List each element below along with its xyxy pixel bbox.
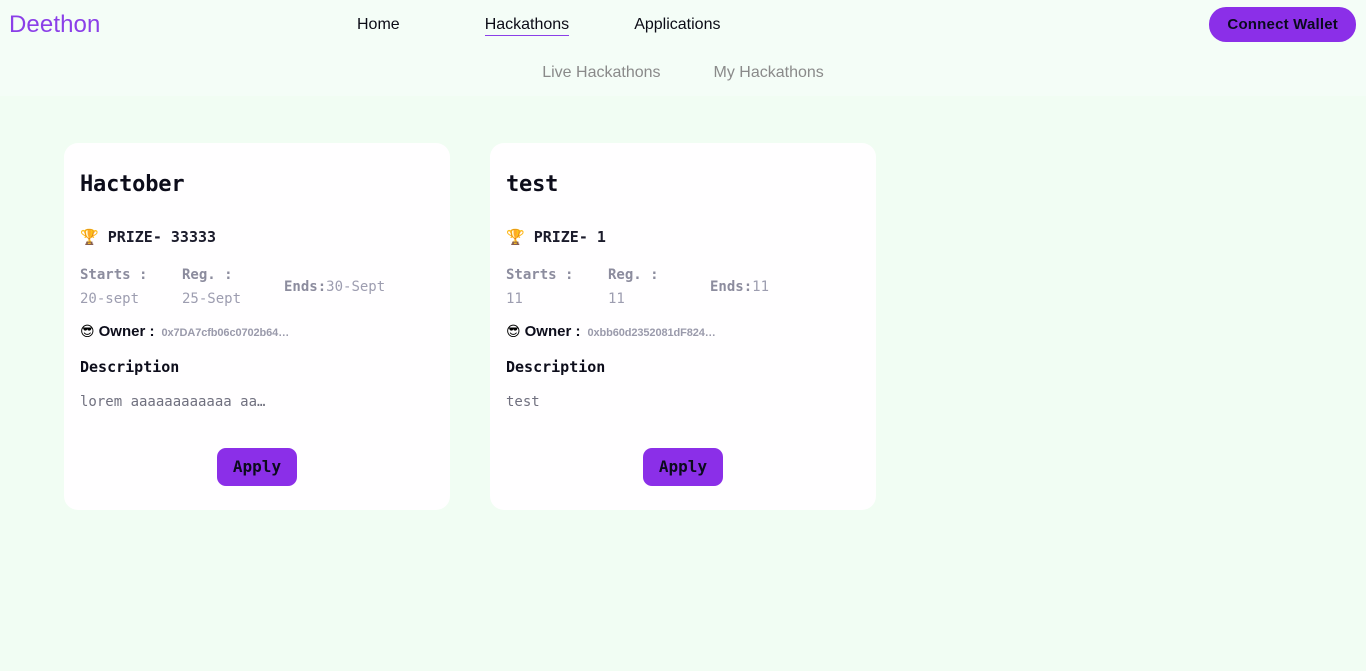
starts-label: Starts :: [80, 267, 148, 283]
hackathon-card-list: Hactober 🏆 PRIZE- 33333 Starts : 20-sept…: [0, 143, 1366, 510]
ends-block: Ends: 11: [710, 263, 769, 311]
sunglasses-face-icon: 😎: [80, 324, 95, 340]
ends-label: Ends:: [710, 279, 753, 295]
sub-navigation: Live Hackathons My Hackathons: [0, 49, 1366, 96]
nav-item-applications[interactable]: Applications: [634, 15, 720, 35]
date-row: Starts : 20-sept Reg. : 25-Sept Ends: 30-…: [80, 263, 434, 311]
owner-label: Owner :: [98, 323, 155, 340]
prize-amount: 33333: [170, 228, 217, 246]
registration-value: 11: [608, 291, 625, 307]
trophy-icon: 🏆: [80, 228, 99, 246]
registration-label: Reg. :: [182, 267, 233, 283]
prize-label: PRIZE-: [533, 228, 588, 246]
owner-row: 😎 Owner : 0x7DA7cfb06c0702b64…: [80, 323, 434, 340]
main-navigation: Home Hackathons Applications: [357, 15, 720, 36]
trophy-icon: 🏆: [506, 228, 525, 246]
description-text: test: [506, 394, 540, 410]
ends-value: 30-Sept: [326, 279, 386, 295]
apply-button[interactable]: Apply: [642, 448, 724, 486]
subnav-item-my-hackathons[interactable]: My Hackathons: [714, 63, 824, 82]
registration-block: Reg. : 11: [608, 263, 710, 311]
owner-row: 😎 Owner : 0xbb60d2352081dF824…: [506, 323, 860, 340]
description-heading: Description: [80, 358, 180, 376]
top-header: Deethon Home Hackathons Applications Con…: [0, 0, 1366, 49]
hackathon-card[interactable]: test 🏆 PRIZE- 1 Starts : 11 Reg. : 11 En…: [490, 143, 876, 510]
connect-wallet-button[interactable]: Connect Wallet: [1209, 7, 1356, 42]
nav-item-hackathons[interactable]: Hackathons: [484, 15, 570, 36]
starts-label: Starts :: [506, 267, 574, 283]
prize-row: 🏆 PRIZE- 1: [506, 228, 860, 247]
starts-value: 11: [506, 291, 523, 307]
prize-row: 🏆 PRIZE- 33333: [80, 228, 434, 247]
prize-label: PRIZE-: [107, 228, 162, 246]
apply-button[interactable]: Apply: [216, 448, 298, 486]
sunglasses-face-icon: 😎: [506, 324, 521, 340]
subnav-item-live-hackathons[interactable]: Live Hackathons: [542, 63, 660, 82]
owner-address: 0xbb60d2352081dF824…: [587, 327, 716, 339]
hackathon-title: test: [506, 172, 559, 197]
ends-block: Ends: 30-Sept: [284, 263, 385, 311]
prize-amount: 1: [596, 228, 606, 246]
starts-block: Starts : 11: [506, 263, 608, 311]
owner-address: 0x7DA7cfb06c0702b64…: [161, 327, 290, 339]
ends-value: 11: [752, 279, 770, 295]
starts-block: Starts : 20-sept: [80, 263, 182, 311]
apply-button-container: Apply: [506, 448, 860, 486]
registration-block: Reg. : 25-Sept: [182, 263, 284, 311]
starts-value: 20-sept: [80, 291, 140, 307]
apply-button-container: Apply: [80, 448, 434, 486]
owner-label: Owner :: [524, 323, 581, 340]
brand-logo[interactable]: Deethon: [9, 11, 100, 39]
main-content: Hactober 🏆 PRIZE- 33333 Starts : 20-sept…: [0, 96, 1366, 671]
hackathon-card[interactable]: Hactober 🏆 PRIZE- 33333 Starts : 20-sept…: [64, 143, 450, 510]
description-heading: Description: [506, 358, 606, 376]
hackathon-title: Hactober: [80, 172, 185, 197]
ends-label: Ends:: [284, 279, 327, 295]
description-text: lorem aaaaaaaaaaaa aa…: [80, 394, 266, 410]
nav-item-home[interactable]: Home: [357, 15, 400, 35]
registration-label: Reg. :: [608, 267, 659, 283]
date-row: Starts : 11 Reg. : 11 Ends: 11: [506, 263, 860, 311]
registration-value: 25-Sept: [182, 291, 242, 307]
